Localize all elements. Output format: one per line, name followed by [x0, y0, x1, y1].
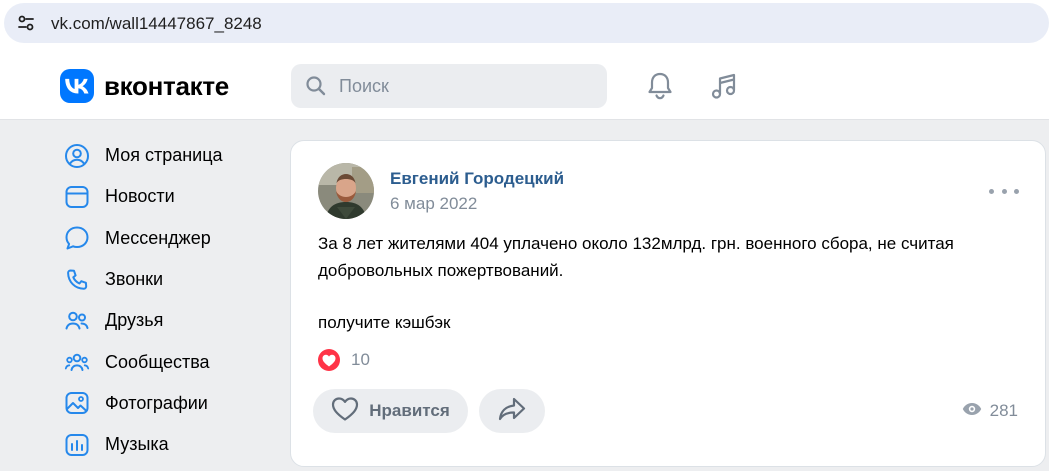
post-text-line: За 8 лет жителями 404 уплачено около 132…: [318, 234, 954, 253]
sidebar-item-my-page[interactable]: Моя страница: [60, 135, 280, 176]
search-box[interactable]: [291, 64, 607, 108]
sidebar-item-friends[interactable]: Друзья: [60, 300, 280, 341]
vk-logo[interactable]: вконтакте: [60, 69, 229, 103]
url-text[interactable]: vk.com/wall14447867_8248: [51, 14, 262, 34]
views-count: 281: [989, 401, 1018, 420]
browser-toolbar: vk.com/wall14447867_8248: [0, 0, 1049, 52]
post-actions: Нравится: [313, 389, 545, 433]
sidebar-item-photos[interactable]: Фотографии: [60, 383, 280, 424]
like-button-label: Нравится: [369, 401, 450, 420]
site-settings-icon[interactable]: [10, 7, 42, 39]
sidebar-item-label: Фотографии: [105, 392, 208, 413]
logo-text: вконтакте: [104, 70, 229, 101]
share-arrow-icon: [497, 396, 527, 427]
sidebar-item-label: Моя страница: [105, 145, 223, 166]
site-header: вконтакте: [0, 52, 1049, 120]
notifications-bell-icon[interactable]: [644, 70, 676, 102]
sidebar-item-news[interactable]: Новости: [60, 176, 280, 217]
address-bar[interactable]: vk.com/wall14447867_8248: [4, 3, 1049, 43]
post-text: За 8 лет жителями 404 уплачено около 132…: [318, 231, 1018, 337]
sidebar-item-label: Сообщества: [105, 351, 210, 372]
photo-icon: [60, 390, 94, 416]
sidebar-item-label: Друзья: [105, 310, 164, 331]
post-text-line: получите кэшбэк: [318, 313, 451, 332]
author-avatar[interactable]: [318, 163, 374, 219]
post-date[interactable]: 6 мар 2022: [390, 194, 477, 214]
wall-post: Евгений Городецкий 6 мар 2022 За 8 лет ж…: [290, 140, 1046, 467]
sidebar-item-music[interactable]: Музыка: [60, 424, 280, 465]
phone-icon: [60, 267, 94, 293]
views-counter: 281: [962, 401, 1018, 421]
sidebar-item-label: Мессенджер: [105, 227, 211, 248]
sidebar-item-label: Звонки: [105, 269, 164, 290]
reactions-summary[interactable]: 10: [318, 349, 370, 371]
sidebar-item-communities[interactable]: Сообщества: [60, 341, 280, 382]
music-note-icon[interactable]: [709, 70, 741, 102]
like-button[interactable]: Нравится: [313, 389, 468, 433]
search-input[interactable]: [339, 64, 599, 108]
message-icon: [60, 225, 94, 251]
user-circle-icon: [60, 143, 94, 169]
communities-icon: [60, 349, 94, 375]
friends-icon: [60, 308, 94, 334]
post-author-link[interactable]: Евгений Городецкий: [390, 169, 564, 189]
share-button[interactable]: [479, 389, 545, 433]
sidebar-item-label: Новости: [105, 186, 175, 207]
reaction-count: 10: [351, 350, 370, 369]
sidebar-item-label: Музыка: [105, 434, 169, 455]
music-chart-icon: [60, 432, 94, 458]
sidebar-item-messenger[interactable]: Мессенджер: [60, 218, 280, 259]
post-text-line: добровольных пожертвований.: [318, 260, 564, 280]
news-icon: [60, 184, 94, 210]
vk-logo-icon: [60, 69, 94, 103]
more-options-icon[interactable]: [989, 181, 1019, 201]
heart-reaction-icon: [318, 349, 340, 371]
sidebar-nav: Моя страница Новости Мессенджер Звонки Д…: [60, 135, 280, 465]
eye-icon: [962, 402, 982, 421]
search-icon: [305, 75, 327, 102]
heart-outline-icon: [331, 396, 359, 427]
sidebar-item-calls[interactable]: Звонки: [60, 259, 280, 300]
